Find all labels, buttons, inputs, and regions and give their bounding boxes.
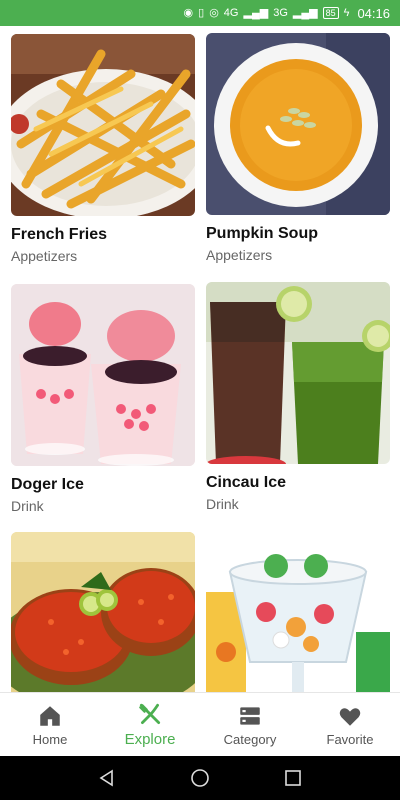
nav-item-favorite[interactable]: Favorite — [300, 693, 400, 756]
nav-label-home: Home — [32, 731, 68, 747]
fruit-ice-dessert-image — [206, 532, 390, 692]
recipe-card[interactable] — [206, 532, 390, 692]
recipe-category: Appetizers — [206, 247, 273, 263]
cincau-ice-image — [206, 282, 390, 464]
recipe-title: French Fries — [11, 226, 108, 243]
fried-tempeh-sambal-image — [11, 532, 195, 692]
nav-label-favorite: Favorite — [326, 731, 374, 747]
recipe-grid: French Fries Appetizers Pumpkin Soup App… — [0, 26, 400, 692]
status-bar: ◉ ▯ ◎ 4G ▂▄▆ 3G ▂▄▆ 85 ϟ 04:16 — [0, 0, 400, 26]
explore-icon — [139, 703, 161, 724]
recipe-card[interactable]: French Fries Appetizers — [11, 34, 195, 264]
nav-label-category: Category — [223, 731, 277, 747]
recipe-title: Pumpkin Soup — [206, 225, 318, 242]
back-triangle-icon[interactable] — [97, 768, 117, 788]
nav-label-explore: Explore — [124, 730, 176, 748]
french-fries-image — [11, 34, 195, 216]
charging-icon: ϟ — [343, 6, 350, 19]
recipe-card[interactable] — [11, 532, 195, 692]
eye-comfort-icon: ◎ — [209, 6, 219, 19]
recipe-title: Doger Ice — [11, 476, 84, 493]
recipe-card[interactable]: Pumpkin Soup Appetizers — [206, 33, 390, 263]
pumpkin-soup-image — [206, 33, 390, 215]
recipe-category: Appetizers — [11, 248, 78, 264]
signal-bars-icon: ▂▄▆ — [243, 6, 269, 19]
system-navigation-bar — [0, 756, 400, 800]
battery-indicator: 85 — [322, 7, 339, 19]
vibrate-icon: ▯ — [198, 6, 205, 19]
nav-item-home[interactable]: Home — [0, 693, 100, 756]
category-icon — [240, 706, 260, 725]
recipe-title: Cincau Ice — [206, 474, 287, 491]
nav-item-explore[interactable]: Explore — [100, 693, 200, 756]
doger-ice-image — [11, 284, 195, 466]
recipe-card[interactable]: Cincau Ice Drink — [206, 282, 390, 512]
hotspot-icon: ◉ — [183, 6, 194, 19]
nav-item-category[interactable]: Category — [200, 693, 300, 756]
recipe-category: Drink — [206, 496, 239, 512]
status-time: 04:16 — [357, 5, 390, 21]
signal-3g-icon: 3G — [273, 6, 288, 19]
signal-4g-icon: 4G — [223, 6, 239, 19]
bottom-navigation: Home Explore Category Favorite — [0, 692, 400, 756]
recipe-card[interactable]: Doger Ice Drink — [11, 284, 195, 514]
home-circle-icon[interactable] — [190, 768, 210, 788]
recents-square-icon[interactable] — [283, 768, 303, 788]
signal-bars-icon: ▂▄▆ — [292, 6, 318, 19]
heart-icon — [339, 707, 361, 726]
recipe-category: Drink — [11, 498, 44, 514]
home-icon — [40, 705, 60, 726]
